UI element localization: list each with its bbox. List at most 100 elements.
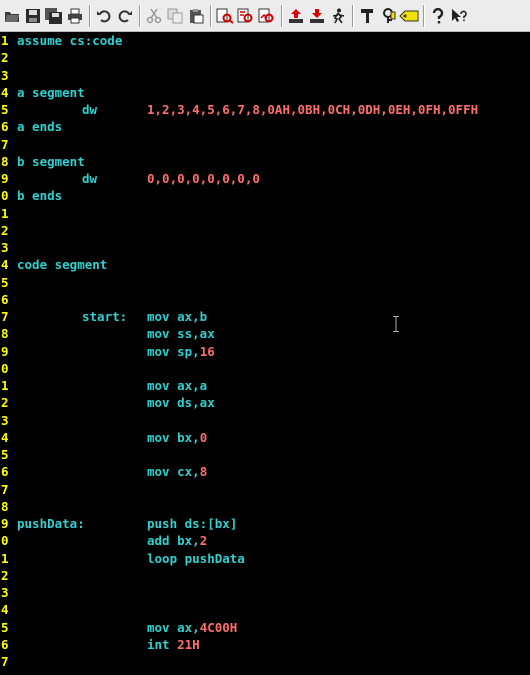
code-line[interactable]: 4 [0, 601, 530, 618]
help-icon[interactable] [428, 4, 448, 28]
key-icon[interactable] [378, 4, 398, 28]
code-line[interactable]: 1 assume cs:code [0, 32, 530, 49]
code-line[interactable]: 4 a segment [0, 84, 530, 101]
code-instruction: mov ax, [147, 619, 200, 635]
code-line[interactable]: 0 b ends [0, 187, 530, 204]
code-line[interactable]: 2 [0, 49, 530, 66]
undo-icon[interactable] [94, 4, 114, 28]
code-line[interactable]: 9 mov sp,16 [0, 343, 530, 360]
code-line[interactable]: 4 mov bx,0 [0, 429, 530, 446]
open-file-icon[interactable] [2, 4, 22, 28]
paste-icon[interactable] [186, 4, 206, 28]
download-icon[interactable] [307, 4, 327, 28]
context-help-icon[interactable] [449, 4, 469, 28]
copy-icon[interactable] [165, 4, 185, 28]
find-next-icon[interactable] [236, 4, 256, 28]
code-instruction: add bx, [147, 533, 200, 549]
code-line[interactable]: 7 [0, 136, 530, 153]
toolbar-separator [139, 4, 140, 27]
code-directive-text: start: [82, 309, 128, 324]
print-icon[interactable] [65, 4, 85, 28]
code-line[interactable]: 6 int 21H [0, 636, 530, 653]
run-icon[interactable] [328, 4, 348, 28]
numeric-literal: 21H [177, 636, 200, 652]
code-line[interactable]: 8 b segment [0, 153, 530, 170]
line-number: 0 [1, 533, 9, 549]
save-icon[interactable] [23, 4, 43, 28]
code-line[interactable]: 8 [0, 498, 530, 515]
line-number: 2 [1, 395, 9, 411]
line-number: 8 [1, 153, 9, 169]
numeric-literal: 16 [199, 343, 215, 359]
toolbar-separator [89, 4, 90, 27]
line-number: 6 [1, 464, 9, 480]
numeric-literal: 8 [199, 464, 208, 480]
numeric-literal: 0 [199, 429, 208, 445]
code-line[interactable]: 8 mov ss,ax [0, 325, 530, 342]
line-number: 3 [1, 585, 9, 600]
code-line[interactable]: 9 dw 0,0,0,0,0,0,0,0 [0, 170, 530, 187]
toolbar-separator [281, 4, 282, 27]
code-line[interactable]: 0 [0, 360, 530, 377]
toolbar-separator [352, 4, 353, 27]
code-line[interactable]: 7 [0, 653, 530, 670]
line-number: 4 [1, 602, 9, 618]
line-number: 1 [1, 550, 9, 566]
line-number: 2 [1, 50, 9, 66]
replace-icon[interactable] [257, 4, 277, 28]
tag-icon[interactable] [399, 4, 419, 28]
code-operand-text: 1,2,3,4,5,6,7,8,0AH,0BH,0CH,0DH,0EH,0FH,… [147, 101, 478, 118]
line-number: 1 [1, 33, 9, 48]
line-number: 3 [1, 67, 9, 83]
hammer-icon[interactable] [357, 4, 377, 28]
code-line[interactable]: 3 [0, 67, 530, 84]
line-number: 4 [1, 257, 9, 273]
code-line[interactable]: 6 mov cx,8 [0, 463, 530, 480]
code-line[interactable]: 6 [0, 291, 530, 308]
code-line[interactable]: 5 dw 1,2,3,4,5,6,7,8,0AH,0BH,0CH,0DH,0EH,0… [0, 101, 530, 118]
line-number: 5 [1, 447, 9, 462]
code-line[interactable]: 0 add bx,2 [0, 532, 530, 549]
code-operand-text: mov cx,8 [147, 463, 207, 480]
save-all-icon[interactable] [44, 4, 64, 28]
code-instruction: mov ss,ax [147, 326, 215, 342]
code-line[interactable]: 3 [0, 239, 530, 256]
find-icon[interactable] [215, 4, 235, 28]
code-line[interactable]: 1 loop pushData [0, 550, 530, 567]
code-label-text: assume cs:code [17, 33, 123, 48]
code-line[interactable]: 5 [0, 446, 530, 463]
code-line[interactable]: 2 [0, 222, 530, 239]
code-line[interactable]: 9 pushData: push ds:[bx] [0, 515, 530, 532]
redo-icon[interactable] [115, 4, 135, 28]
code-line[interactable]: 3 [0, 412, 530, 429]
code-line[interactable]: 2 [0, 567, 530, 584]
code-line[interactable]: 4 code segment [0, 256, 530, 273]
code-line[interactable]: 7 start: mov ax,b [0, 308, 530, 325]
line-number: 6 [1, 291, 9, 307]
code-line[interactable]: 2 mov ds,ax [0, 394, 530, 411]
line-number: 6 [1, 119, 9, 135]
code-line[interactable]: 5 mov ax,4C00H [0, 619, 530, 636]
code-instruction: int [147, 636, 178, 652]
numeric-literal: 2 [199, 533, 208, 549]
code-label-text: a ends [17, 119, 63, 135]
code-operand-text: mov ds,ax [147, 394, 215, 411]
code-line[interactable]: 6 a ends [0, 118, 530, 135]
line-number: 4 [1, 429, 9, 445]
code-instruction: 0,0,0,0,0,0,0,0 [147, 171, 260, 186]
cut-icon[interactable] [144, 4, 164, 28]
code-line[interactable]: 7 [0, 481, 530, 498]
code-line[interactable]: 1 [0, 205, 530, 222]
code-instruction: mov ax,a [147, 378, 208, 393]
code-line[interactable]: 5 [0, 274, 530, 291]
code-label-text: a segment [17, 84, 85, 100]
code-line[interactable]: 1 mov ax,a [0, 377, 530, 394]
line-number: 7 [1, 481, 9, 497]
code-line[interactable]: 3 [0, 584, 530, 601]
upload-icon[interactable] [286, 4, 306, 28]
code-operand-text: loop pushData [147, 550, 245, 567]
code-instruction: mov ds,ax [147, 395, 215, 411]
code-editor[interactable]: 1 assume cs:code 2 3 4 a segment 5 dw 1,2,3,4,5,… [0, 32, 530, 675]
code-instruction: mov bx, [147, 429, 200, 445]
code-instruction: mov sp, [147, 343, 200, 359]
